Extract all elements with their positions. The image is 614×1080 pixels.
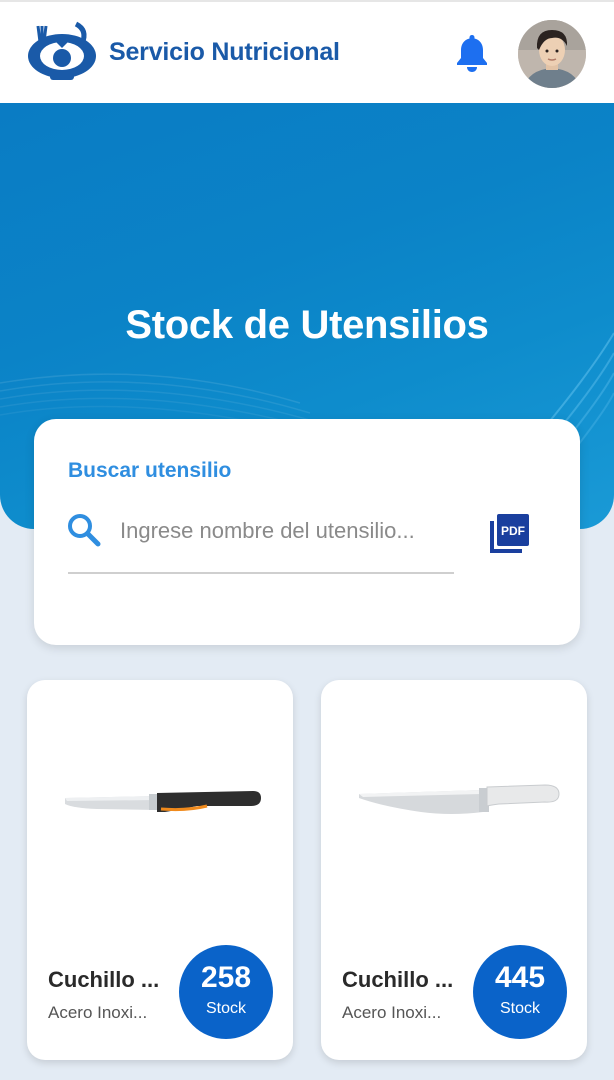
stock-value: 258 bbox=[200, 961, 252, 994]
stock-value: 445 bbox=[494, 961, 546, 994]
paring-knife-image bbox=[65, 791, 261, 812]
app-header: Servicio Nutricional bbox=[0, 0, 614, 103]
bell-icon[interactable] bbox=[452, 32, 492, 74]
user-avatar[interactable] bbox=[518, 20, 586, 88]
stock-badge: 445 Stock bbox=[473, 945, 567, 1039]
chef-knife-image bbox=[359, 784, 560, 814]
pdf-export-icon[interactable]: PDF bbox=[488, 511, 532, 555]
search-label: Buscar utensilio bbox=[68, 459, 232, 482]
page-title: Stock de Utensilios bbox=[125, 303, 489, 347]
nutrition-logo-icon[interactable] bbox=[26, 20, 98, 84]
product-card[interactable]: Cuchillo ... Acero Inoxi... 258 Stock bbox=[27, 680, 293, 1060]
stock-label: Stock bbox=[205, 1000, 246, 1017]
pdf-icon-text: PDF bbox=[501, 524, 525, 538]
product-card[interactable]: Cuchillo ... Acero Inoxi... 445 Stock bbox=[321, 680, 587, 1060]
stock-badge: 258 Stock bbox=[179, 945, 273, 1039]
product-material: Acero Inoxi... bbox=[342, 1003, 442, 1022]
search-icon[interactable] bbox=[66, 512, 102, 548]
app-title: Servicio Nutricional bbox=[109, 38, 340, 66]
product-material: Acero Inoxi... bbox=[48, 1003, 148, 1022]
avatar-portrait bbox=[518, 20, 586, 88]
stock-label: Stock bbox=[499, 1000, 540, 1017]
search-card: Buscar utensilio PDF bbox=[34, 419, 580, 645]
search-input-underline bbox=[68, 572, 454, 574]
search-input[interactable] bbox=[120, 513, 450, 549]
product-name: Cuchillo ... bbox=[342, 967, 454, 992]
product-name: Cuchillo ... bbox=[48, 967, 160, 992]
